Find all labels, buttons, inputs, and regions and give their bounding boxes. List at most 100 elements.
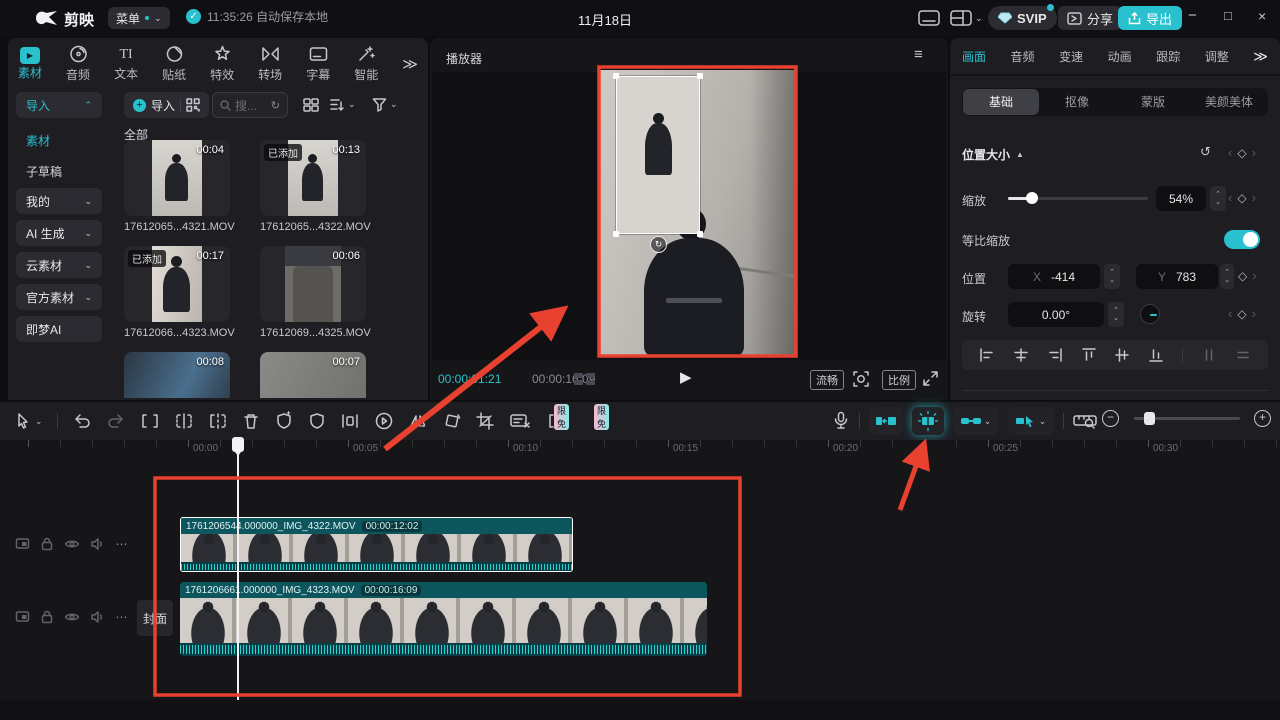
tab-tracking[interactable]: 跟踪	[1156, 48, 1180, 65]
tab-material[interactable]: ▶ 素材	[18, 47, 42, 81]
delete-icon[interactable]	[242, 412, 260, 430]
keyframe-nav[interactable]: ◇ ›	[1238, 268, 1257, 283]
reset-icon[interactable]: ↺	[1200, 144, 1211, 160]
uniform-scale-toggle[interactable]	[1224, 230, 1260, 249]
refresh-icon[interactable]: ↻	[271, 99, 280, 112]
split-icon[interactable]	[140, 412, 160, 430]
media-card[interactable]: 00:08	[124, 352, 230, 398]
section-position-size[interactable]: 位置大小 ▲	[962, 146, 1024, 163]
selection-handle[interactable]	[613, 231, 619, 237]
position-x-field[interactable]: X -414	[1008, 264, 1100, 289]
keyframe-nav[interactable]: ‹ ◇ ›	[1228, 306, 1256, 321]
selection-handle[interactable]	[697, 73, 703, 79]
sidebar-item-official[interactable]: 官方素材 ⌄	[16, 284, 102, 310]
tab-captions[interactable]: 字幕	[306, 45, 330, 83]
tab-adjust[interactable]: 调整	[1205, 48, 1229, 65]
align-center-vertical-icon[interactable]	[1114, 347, 1130, 363]
keyframe-nav[interactable]: ‹ ◇ ›	[1228, 190, 1256, 205]
subtab-mask[interactable]: 蒙版	[1115, 89, 1191, 115]
cover-button[interactable]: 封面	[137, 600, 173, 636]
select-tool-button[interactable]: ⌄	[14, 412, 43, 430]
sidebar-item-jimeng-ai[interactable]: 即梦AI	[16, 316, 102, 342]
align-right-icon[interactable]	[1047, 347, 1063, 363]
more-icon[interactable]: ⋯	[110, 537, 134, 551]
zoom-slider[interactable]	[1134, 412, 1240, 425]
tab-audio[interactable]: 音频	[66, 45, 90, 83]
scale-stepper[interactable]: ⌃ ⌄	[1210, 186, 1226, 211]
smart-cutout-icon[interactable]	[274, 411, 294, 431]
tabs-expand-button[interactable]: ≫	[402, 55, 418, 73]
sort-button[interactable]: ⌄	[330, 97, 356, 112]
sidebar-item-cloud[interactable]: 云素材 ⌄	[16, 252, 102, 278]
window-minimize-button[interactable]: −	[1188, 7, 1197, 24]
rotate-dial[interactable]	[1140, 304, 1160, 324]
timeline-clip-main[interactable]: 1761206661.000000_IMG_4323.MOV 00:00:16:…	[180, 582, 707, 656]
selection-handle[interactable]	[697, 231, 703, 237]
link-clips-button[interactable]: ⌄	[953, 407, 999, 435]
play-button[interactable]: ▶	[680, 368, 692, 386]
svip-button[interactable]: SVIP	[988, 4, 1057, 30]
sidebar-item-material[interactable]: 素材	[26, 132, 50, 149]
keyframe-diamond-icon[interactable]: ◇	[1237, 191, 1246, 205]
sidebar-item-subdraft[interactable]: 子草稿	[26, 163, 62, 180]
keyframe-diamond-icon[interactable]: ◇	[1237, 146, 1246, 160]
selection-handle[interactable]	[613, 73, 619, 79]
more-icon[interactable]: ⋯	[110, 610, 134, 624]
mask-shield-icon[interactable]	[308, 412, 326, 430]
tab-text[interactable]: TI 文本	[114, 47, 138, 82]
microphone-icon[interactable]	[832, 411, 850, 431]
zoom-out-icon[interactable]: −	[1102, 410, 1119, 427]
quality-chip[interactable]: 流畅	[810, 370, 844, 390]
tab-transition[interactable]: 转场	[258, 45, 282, 83]
mute-speaker-icon[interactable]	[90, 537, 105, 551]
position-y-stepper[interactable]: ⌃ ⌄	[1220, 264, 1234, 289]
lock-icon[interactable]	[40, 609, 54, 624]
rotate-handle[interactable]: ↻	[650, 236, 667, 253]
subtab-cutout[interactable]: 抠像	[1039, 89, 1115, 115]
position-y-field[interactable]: Y 783	[1136, 264, 1218, 289]
tab-speed[interactable]: 变速	[1059, 48, 1083, 65]
media-card[interactable]: 00:04 17612065...4321.MOV	[124, 140, 246, 233]
subtab-beauty[interactable]: 美颜美体	[1191, 89, 1267, 115]
tab-animation[interactable]: 动画	[1108, 48, 1132, 65]
auto-select-button[interactable]: ⌄	[1008, 407, 1054, 435]
timeline-ruler[interactable]: 00:00 00:05 00:10 00:15 00:20 00:25 00:3…	[0, 440, 1280, 456]
crop-icon[interactable]	[475, 412, 496, 430]
media-card[interactable]: 已添加 00:17 17612066...4323.MOV	[124, 246, 246, 339]
rotate-stepper[interactable]: ⌃ ⌄	[1108, 302, 1124, 327]
grid-view-icon[interactable]	[303, 98, 319, 112]
slider-handle[interactable]	[1026, 192, 1038, 204]
share-button[interactable]: 分享	[1058, 6, 1123, 30]
mute-speaker-icon[interactable]	[90, 610, 105, 624]
sidebar-item-import[interactable]: 导入 ⌃	[16, 92, 102, 118]
lock-icon[interactable]	[40, 536, 54, 551]
playhead-handle[interactable]	[232, 437, 244, 456]
sidebar-item-ai-generate[interactable]: AI 生成 ⌄	[16, 220, 102, 246]
flip-horizontal-icon[interactable]	[408, 412, 428, 430]
inspector-tabs-expand[interactable]: ≫	[1253, 48, 1268, 65]
window-close-button[interactable]: ×	[1258, 8, 1266, 24]
rotate-value-field[interactable]: 0.00°	[1008, 302, 1104, 327]
tab-smart[interactable]: 智能	[354, 45, 378, 83]
keyframe-nav[interactable]: ‹ ◇ ›	[1228, 145, 1256, 160]
split-left-icon[interactable]	[174, 412, 194, 430]
window-maximize-button[interactable]: □	[1224, 8, 1232, 23]
import-media-button[interactable]: + 导入	[124, 92, 210, 118]
fullscreen-icon[interactable]	[922, 370, 939, 387]
sidebar-item-mine[interactable]: 我的 ⌄	[16, 188, 102, 214]
ruler-zoom-icon[interactable]	[1073, 412, 1097, 430]
media-card[interactable]: 00:07	[260, 352, 366, 398]
caption-clear-icon[interactable]	[509, 412, 532, 430]
scale-slider[interactable]	[1008, 192, 1148, 204]
undo-icon[interactable]	[72, 412, 92, 430]
tab-effects[interactable]: 特效	[210, 45, 234, 83]
overlay-selection-box[interactable]	[613, 73, 703, 237]
menu-button[interactable]: 菜单 ⌄	[108, 7, 170, 29]
tab-sticker[interactable]: 贴纸	[162, 45, 186, 83]
layout-switch-button[interactable]: ⌄	[950, 9, 983, 27]
media-card[interactable]: 已添加 00:13 17612065...4322.MOV	[260, 140, 382, 233]
align-center-horizontal-icon[interactable]	[1013, 347, 1029, 363]
quality-levels-icon[interactable]	[574, 371, 596, 387]
eye-icon[interactable]	[64, 537, 80, 551]
mirror-track-icon[interactable]	[340, 412, 360, 430]
